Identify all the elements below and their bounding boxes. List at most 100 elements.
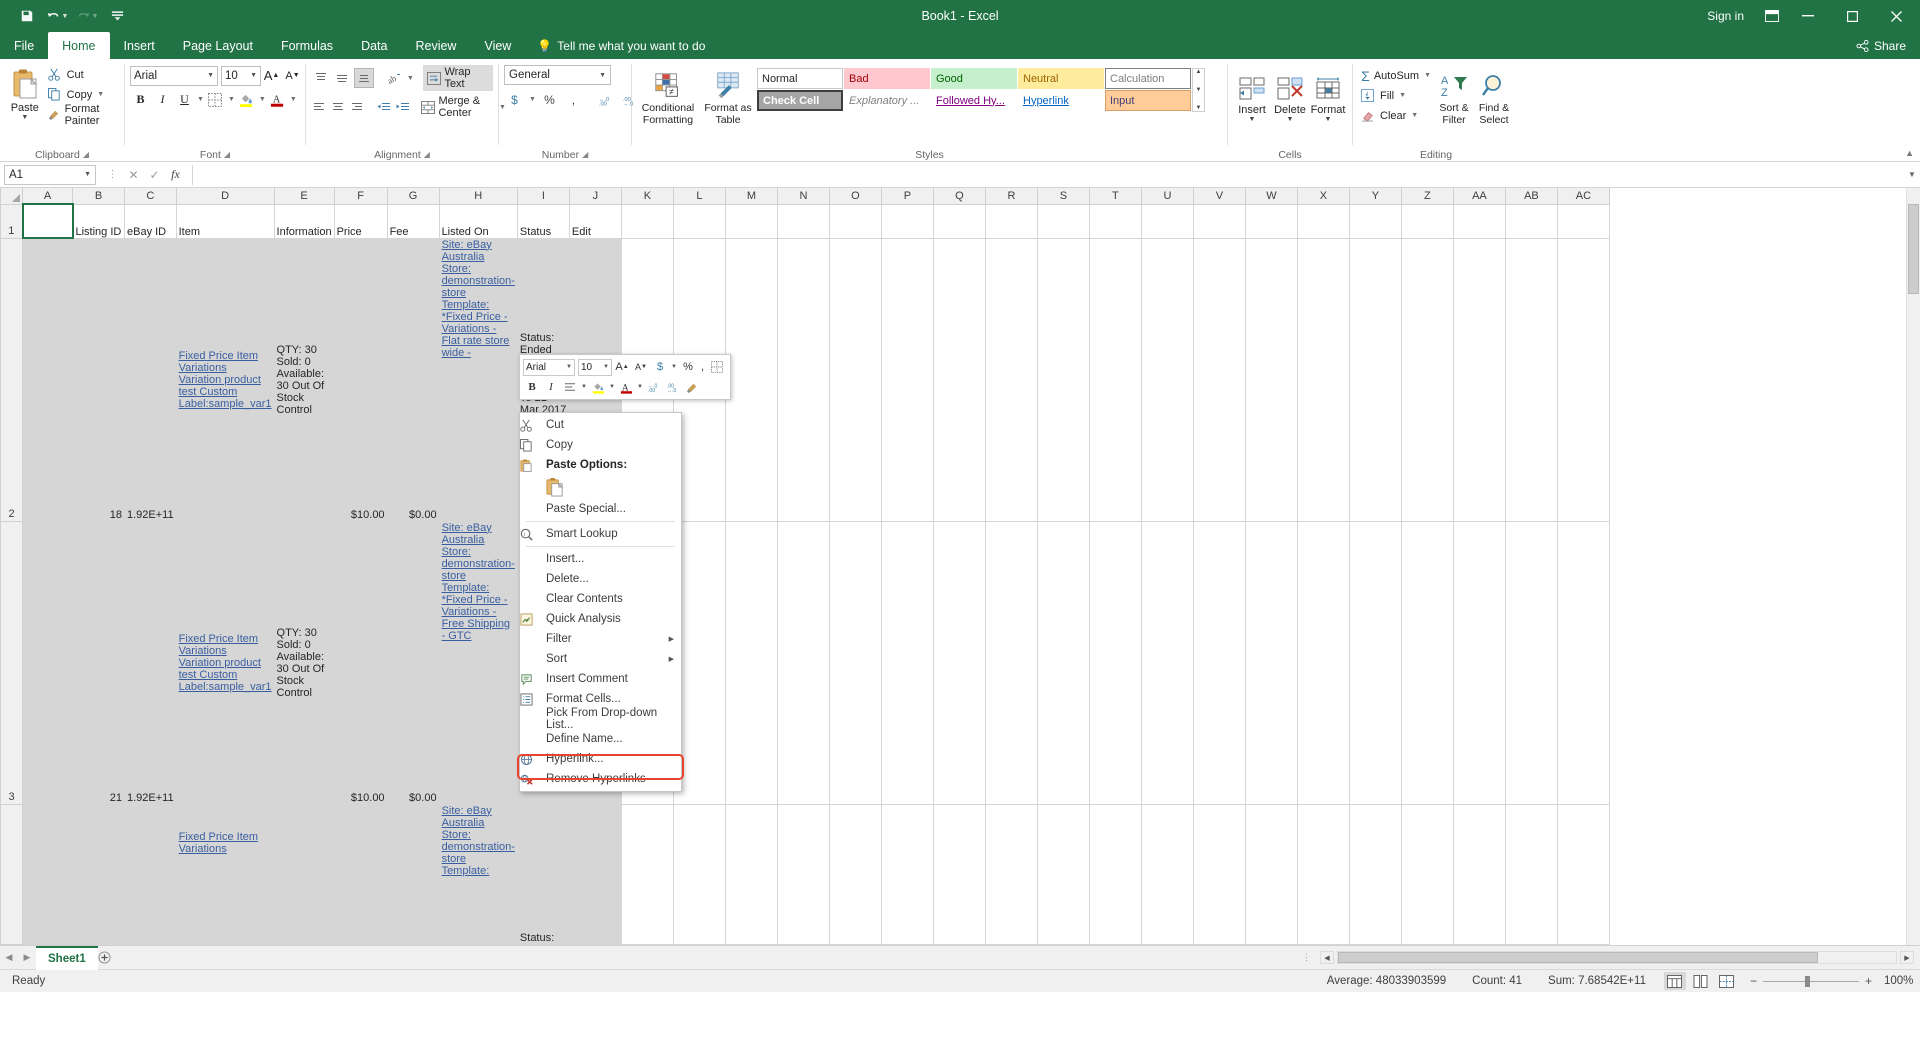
- context-men-item-pick-from-dropdown[interactable]: Pick From Drop-down List...: [520, 707, 681, 731]
- cell-AB1[interactable]: [1505, 204, 1558, 239]
- column-header-V[interactable]: V: [1192, 188, 1246, 205]
- cell-E2[interactable]: QTY: 30 Sold: 0 Available: 30 Out Of Sto…: [274, 238, 335, 522]
- context-menu-item-paste-special[interactable]: Paste Special...: [520, 499, 681, 519]
- context-menu-item-clear-contents[interactable]: Clear Contents: [520, 589, 681, 609]
- tab-data[interactable]: Data: [347, 32, 401, 59]
- cell-Z2[interactable]: [1401, 238, 1454, 522]
- cell-AC3[interactable]: [1557, 521, 1610, 805]
- mini-format-painter-icon[interactable]: [683, 378, 701, 397]
- mini-font-name-dropdown-icon[interactable]: ▼: [566, 364, 572, 370]
- select-all-button[interactable]: [0, 188, 23, 205]
- cell-T2[interactable]: [1089, 238, 1142, 522]
- cell-F2[interactable]: $10.00: [334, 238, 388, 522]
- cell-P4[interactable]: [881, 804, 934, 945]
- conditional-formatting-button[interactable]: ≠ Conditional Formatting: [637, 64, 699, 126]
- cell-C2[interactable]: 1.92E+11: [124, 238, 177, 522]
- expand-formula-bar-icon[interactable]: ▼: [1904, 170, 1920, 179]
- horizontal-scrollbar[interactable]: [1337, 951, 1897, 964]
- number-format-dropdown-icon[interactable]: ▼: [599, 72, 606, 79]
- autosum-button[interactable]: Σ AutoSum ▼: [1358, 66, 1434, 85]
- column-header-Y[interactable]: Y: [1348, 188, 1402, 205]
- column-header-J[interactable]: J: [568, 188, 622, 205]
- mini-borders-icon[interactable]: [708, 358, 726, 377]
- sheet-tab-sheet1[interactable]: Sheet1: [36, 945, 98, 970]
- cell-J1[interactable]: Edit: [569, 204, 622, 239]
- tab-review[interactable]: Review: [401, 32, 470, 59]
- style-hyperlink[interactable]: Hyperlink: [1018, 90, 1104, 111]
- clipboard-dialog-launcher-icon[interactable]: ◢: [83, 150, 89, 159]
- cell-P3[interactable]: [881, 521, 934, 805]
- cell-O1[interactable]: [829, 204, 882, 239]
- cell-U4[interactable]: [1141, 804, 1194, 945]
- cell-P1[interactable]: [881, 204, 934, 239]
- context-menu-item-copy[interactable]: Copy: [520, 435, 681, 455]
- cell-O4[interactable]: [829, 804, 882, 945]
- column-header-W[interactable]: W: [1244, 188, 1298, 205]
- undo-icon[interactable]: ▼: [44, 4, 70, 28]
- column-header-X[interactable]: X: [1296, 188, 1350, 205]
- column-header-U[interactable]: U: [1140, 188, 1194, 205]
- context-menu-item-insert[interactable]: Insert...: [520, 549, 681, 569]
- sign-in-button[interactable]: Sign in: [1693, 9, 1758, 23]
- cell-S2[interactable]: [1037, 238, 1090, 522]
- column-header-R[interactable]: R: [984, 188, 1038, 205]
- context-menu-item-cut[interactable]: Cut: [520, 415, 681, 435]
- align-center-icon[interactable]: [330, 97, 347, 117]
- cell-D3[interactable]: Fixed Price Item Variations Variation pr…: [176, 521, 275, 805]
- cell-A3[interactable]: [22, 521, 73, 805]
- cell-W3[interactable]: [1245, 521, 1298, 805]
- increase-decimal-icon[interactable]: ←.0.00: [595, 89, 616, 110]
- scroll-right-icon[interactable]: ▶: [1900, 951, 1914, 964]
- cell-L1[interactable]: [673, 204, 726, 239]
- cell-D4[interactable]: Fixed Price Item Variations: [176, 804, 275, 945]
- mini-italic-button[interactable]: I: [542, 378, 560, 397]
- column-header-L[interactable]: L: [672, 188, 726, 205]
- cell-D3-hyperlink[interactable]: Fixed Price Item Variations Variation pr…: [179, 633, 272, 693]
- tab-file[interactable]: File: [0, 32, 49, 59]
- context-menu-item-format-cells[interactable]: Format Cells...: [520, 689, 681, 709]
- merge-center-button[interactable]: Merge & Center ▼: [419, 94, 508, 120]
- cell-F4[interactable]: [334, 804, 388, 945]
- zoom-in-icon[interactable]: +: [1865, 974, 1872, 988]
- mini-bold-button[interactable]: B: [523, 378, 541, 397]
- find-select-button[interactable]: Find & Select: [1474, 64, 1514, 126]
- horizontal-scrollbar-thumb[interactable]: [1338, 952, 1818, 963]
- formula-bar-menu-icon[interactable]: ⋮: [103, 169, 122, 180]
- column-header-O[interactable]: O: [828, 188, 882, 205]
- style-explanatory[interactable]: Explanatory ...: [844, 90, 930, 111]
- clear-button[interactable]: Clear ▼: [1358, 106, 1434, 125]
- currency-icon[interactable]: $: [504, 89, 525, 110]
- comma-style-icon[interactable]: ,: [563, 89, 584, 110]
- cell-N1[interactable]: [777, 204, 830, 239]
- zoom-slider[interactable]: − +: [1750, 974, 1884, 988]
- split-handle-icon[interactable]: ⋮: [1302, 952, 1317, 963]
- first-sheet-icon[interactable]: ◀: [0, 952, 18, 963]
- underline-dropdown-icon[interactable]: ▼: [197, 96, 204, 103]
- number-dialog-launcher-icon[interactable]: ◢: [582, 150, 588, 159]
- cell-V2[interactable]: [1193, 238, 1246, 522]
- cell-M2[interactable]: [725, 238, 778, 522]
- row-header-3[interactable]: 3: [0, 520, 23, 805]
- cell-B3[interactable]: 21: [72, 521, 125, 805]
- cell-Y1[interactable]: [1349, 204, 1402, 239]
- gallery-more-icon[interactable]: ▼: [1196, 105, 1202, 111]
- mini-increase-decimal-icon[interactable]: ←.0.00: [645, 378, 663, 397]
- column-header-Q[interactable]: Q: [932, 188, 986, 205]
- cell-O3[interactable]: [829, 521, 882, 805]
- cell-X3[interactable]: [1297, 521, 1350, 805]
- cell-V1[interactable]: [1193, 204, 1246, 239]
- context-menu-item-insert-comment[interactable]: Insert Comment: [520, 669, 681, 689]
- context-menu-item-sort[interactable]: Sort ▶: [520, 649, 681, 669]
- bold-button[interactable]: B: [130, 89, 151, 110]
- cell-I1[interactable]: Status: [517, 204, 570, 239]
- style-calculation[interactable]: Calculation: [1105, 68, 1191, 89]
- italic-button[interactable]: I: [152, 89, 173, 110]
- column-header-AA[interactable]: AA: [1452, 188, 1506, 205]
- name-box[interactable]: A1 ▼: [4, 164, 96, 185]
- copy-dropdown-icon[interactable]: ▼: [97, 91, 104, 98]
- context-menu-item-delete[interactable]: Delete...: [520, 569, 681, 589]
- context-menu-item-define-name[interactable]: Define Name...: [520, 729, 681, 749]
- cell-G1[interactable]: Fee: [387, 204, 440, 239]
- cell-AC4[interactable]: [1557, 804, 1610, 945]
- column-header-I[interactable]: I: [516, 188, 570, 205]
